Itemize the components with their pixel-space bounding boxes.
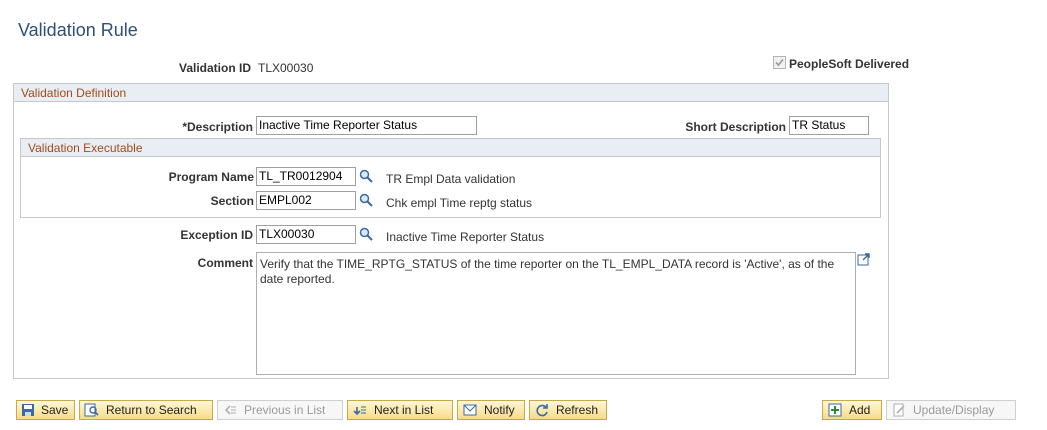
exception-id-input[interactable]: TLX00030 [256, 225, 356, 244]
validation-definition-header: Validation Definition [14, 84, 888, 102]
return-to-search-label: Return to Search [106, 403, 197, 417]
notify-button[interactable]: Notify [457, 400, 525, 420]
notify-icon [462, 403, 478, 417]
exception-id-description: Inactive Time Reporter Status [386, 230, 545, 244]
previous-in-list-label: Previous in List [244, 403, 326, 417]
save-icon [21, 403, 35, 417]
exception-id-label: Exception ID [180, 228, 253, 242]
section-description: Chk empl Time reptg status [386, 196, 533, 210]
exception-id-lookup-icon[interactable] [359, 227, 373, 241]
add-button[interactable]: Add [822, 400, 882, 420]
short-description-label: Short Description [685, 120, 786, 134]
section-label: Section [210, 194, 254, 208]
validation-id-value: TLX00030 [258, 61, 314, 75]
comment-label: Comment [197, 256, 253, 270]
update-display-icon [891, 403, 907, 417]
description-label: *Description [182, 120, 253, 134]
validation-id-label: Validation ID [178, 61, 251, 75]
refresh-label: Refresh [555, 403, 598, 417]
section-input[interactable]: EMPL002 [256, 191, 356, 210]
peoplesoft-delivered-checkbox[interactable] [773, 56, 786, 69]
previous-in-list-button[interactable]: Previous in List [217, 400, 343, 420]
next-in-list-button[interactable]: Next in List [347, 400, 453, 420]
program-name-lookup-icon[interactable] [359, 169, 373, 183]
peoplesoft-delivered-label: PeopleSoft Delivered [789, 57, 910, 71]
checkmark-icon [775, 58, 784, 67]
program-name-label: Program Name [168, 170, 254, 184]
expand-comment-icon[interactable] [857, 252, 871, 266]
refresh-button[interactable]: Refresh [529, 400, 607, 420]
refresh-icon [534, 403, 550, 417]
update-display-label: Update/Display [913, 403, 995, 417]
return-search-icon [84, 403, 100, 417]
update-display-button[interactable]: Update/Display [886, 400, 1016, 420]
next-icon [352, 403, 368, 417]
comment-textarea[interactable]: Verify that the TIME_RPTG_STATUS of the … [256, 252, 856, 375]
program-name-description: TR Empl Data validation [386, 172, 516, 186]
program-name-input[interactable]: TL_TR0012904 [256, 167, 356, 186]
save-label: Save [41, 403, 69, 417]
next-in-list-label: Next in List [374, 403, 434, 417]
page-title: Validation Rule [18, 20, 138, 40]
validation-executable-header: Validation Executable [21, 139, 880, 157]
short-description-input[interactable]: TR Status [789, 116, 869, 135]
add-icon [827, 403, 843, 417]
save-button[interactable]: Save [16, 400, 75, 420]
previous-icon [222, 403, 238, 417]
notify-label: Notify [484, 403, 515, 417]
return-to-search-button[interactable]: Return to Search [79, 400, 213, 420]
add-label: Add [849, 403, 871, 417]
description-input[interactable]: Inactive Time Reporter Status [256, 116, 477, 135]
section-lookup-icon[interactable] [359, 193, 373, 207]
